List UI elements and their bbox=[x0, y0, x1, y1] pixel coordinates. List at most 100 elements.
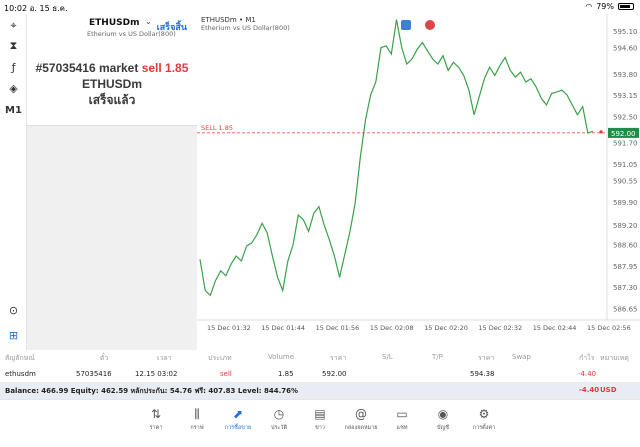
y-tick-label: 595.10 bbox=[613, 28, 638, 36]
y-tick-label: 591.05 bbox=[613, 161, 638, 169]
col-price: ราคา bbox=[330, 354, 347, 362]
col-symbol: สัญลักษณ์ bbox=[5, 354, 35, 362]
nav-quotes[interactable]: ⇅ ราคา bbox=[136, 406, 176, 432]
cell-profit: -4.40 bbox=[578, 370, 597, 378]
col-time: เวลา bbox=[157, 354, 172, 362]
nav-settings[interactable]: ⚙ การตั้งค่า bbox=[464, 406, 504, 432]
status-right: ◠ 79% bbox=[585, 2, 634, 11]
y-tick-label: 587.30 bbox=[613, 284, 638, 292]
y-tick-label: 593.80 bbox=[613, 71, 638, 79]
indicators-icon[interactable]: ƒ bbox=[4, 59, 23, 75]
price-series-line bbox=[199, 19, 594, 297]
gear-icon: ⚙ bbox=[478, 407, 490, 421]
trade-level-icon[interactable] bbox=[425, 20, 435, 30]
col-current-price: ราคา bbox=[478, 354, 495, 362]
nav-settings-label: การตั้งค่า bbox=[472, 425, 496, 431]
order-result-symbol: ETHUSDm bbox=[81, 77, 142, 91]
nav-chart-label: กราฟ bbox=[190, 425, 204, 431]
chat-icon: ▭ bbox=[396, 407, 408, 421]
nav-mailbox[interactable]: @ กล่องจดหมาย bbox=[341, 406, 381, 432]
order-panel-header: ETHUSDm ⌄ Etherium vs US Dollar(800) เสร… bbox=[27, 14, 197, 126]
x-tick-label: 15 Dec 01:32 bbox=[207, 324, 251, 332]
nav-mailbox-label: กล่องจดหมาย bbox=[344, 425, 378, 431]
y-tick-label: 591.70 bbox=[613, 140, 638, 148]
one-click-icon[interactable] bbox=[401, 20, 411, 30]
col-tp: T/P bbox=[432, 353, 443, 361]
candles-icon[interactable]: ⧗ bbox=[4, 38, 23, 54]
cell-current-price: 594.38 bbox=[470, 370, 495, 378]
sell-marker bbox=[599, 130, 603, 134]
chart-canvas: 595.10 594.60 593.80 593.15 592.50 591.70 591.… bbox=[197, 14, 640, 332]
cell-symbol: ethusdm bbox=[5, 370, 36, 378]
nav-trade[interactable]: ⬈ การซื้อขาย bbox=[218, 406, 258, 432]
y-tick-label: 587.95 bbox=[613, 263, 638, 271]
time-text: 10:02 bbox=[4, 4, 28, 13]
x-tick-label: 15 Dec 01:44 bbox=[261, 324, 305, 332]
x-tick-label: 15 Dec 02:08 bbox=[370, 324, 414, 332]
balance-summary: Balance: 466.99 Equity: 462.59 หลักประกั… bbox=[5, 387, 299, 395]
cell-volume: 1.85 bbox=[278, 370, 294, 378]
nav-history[interactable]: ◷ ประวัติ bbox=[259, 406, 299, 432]
y-tick-label: 589.20 bbox=[613, 222, 638, 230]
order-result-status: เสร็จแล้ว bbox=[88, 93, 136, 107]
cell-ticket: 57035416 bbox=[76, 370, 112, 378]
date-text: อ. 15 ธ.ค. bbox=[29, 4, 68, 13]
nav-chart[interactable]: ⫼ กราฟ bbox=[177, 406, 217, 432]
col-sl: S/L bbox=[382, 353, 393, 361]
timeframe-button[interactable]: M1 bbox=[4, 102, 23, 118]
y-tick-label: 592.50 bbox=[613, 113, 638, 121]
chevron-down-icon[interactable]: ⌄ bbox=[145, 17, 152, 26]
sell-level-label: SELL 1.85 bbox=[201, 124, 233, 132]
y-tick-label: 593.15 bbox=[613, 92, 638, 100]
nav-chat-label: แชท bbox=[396, 425, 408, 431]
objects-icon[interactable]: ◈ bbox=[4, 80, 23, 96]
y-tick-label: 586.65 bbox=[613, 306, 638, 314]
total-profit: -4.40 bbox=[579, 386, 600, 394]
nav-accounts[interactable]: ◉ บัญชี bbox=[423, 406, 463, 432]
quotes-icon: ⇅ bbox=[150, 407, 162, 421]
wifi-icon: ◠ bbox=[585, 2, 593, 11]
chart-icon: ⫼ bbox=[194, 407, 200, 421]
nav-news-label: ข่าว bbox=[315, 425, 325, 431]
nav-history-label: ประวัติ bbox=[270, 425, 288, 431]
balance-bar: Balance: 466.99 Equity: 462.59 หลักประกั… bbox=[0, 382, 640, 399]
done-button[interactable]: เสร็จสิ้น bbox=[157, 20, 187, 34]
col-profit: กำไร bbox=[579, 354, 595, 362]
order-result-sell: sell 1.85 bbox=[141, 61, 189, 75]
nav-news[interactable]: ▤ ข่าว bbox=[300, 406, 340, 432]
news-icon: ▤ bbox=[314, 407, 326, 421]
cell-time: 12.15 03:02 bbox=[135, 370, 178, 378]
trade-icon: ⬈ bbox=[232, 407, 244, 421]
cell-price: 592.00 bbox=[322, 370, 347, 378]
chart-settings-icon[interactable]: ⊙ bbox=[4, 302, 23, 318]
current-price-label: 592.00 bbox=[611, 130, 636, 138]
x-tick-label: 15 Dec 02:44 bbox=[533, 324, 577, 332]
cell-type: sell bbox=[220, 370, 232, 378]
nav-chat[interactable]: ▭ แชท bbox=[382, 406, 422, 432]
battery-percent: 79% bbox=[596, 2, 614, 11]
col-ticket: ตั๋ว bbox=[100, 354, 109, 362]
y-tick-label: 594.60 bbox=[613, 45, 638, 53]
nav-accounts-label: บัญชี bbox=[437, 425, 449, 431]
order-result: #57035416 market sell 1.85 ETHUSDm เสร็จ… bbox=[27, 60, 197, 108]
x-tick-label: 15 Dec 01:56 bbox=[316, 324, 360, 332]
left-toolbar: ⌖ ⧗ ƒ ◈ M1 ⊙ ⊞ bbox=[0, 14, 27, 350]
col-comment: หมายเหตุ bbox=[600, 354, 629, 362]
price-chart[interactable]: 595.10 594.60 593.80 593.15 592.50 591.70 591.… bbox=[197, 14, 640, 350]
bottom-nav: ⇅ ราคา ⫼ กราฟ ⬈ การซื้อขาย ◷ ประวัติ ▤ ข… bbox=[0, 399, 640, 447]
crosshair-icon[interactable]: ⌖ bbox=[4, 18, 23, 34]
chart-description: Etherium vs US Dollar(800) bbox=[201, 24, 290, 32]
y-tick-label: 588.60 bbox=[613, 242, 638, 250]
battery-icon bbox=[618, 3, 634, 10]
account-currency: USD bbox=[600, 386, 617, 394]
add-icon[interactable]: ⊞ bbox=[4, 327, 23, 343]
chart-symbol: ETHUSDm • M1 bbox=[201, 16, 256, 24]
col-swap: Swap bbox=[512, 353, 531, 361]
nav-trade-label: การซื้อขาย bbox=[224, 425, 252, 431]
history-icon: ◷ bbox=[273, 407, 285, 421]
mailbox-icon: @ bbox=[355, 407, 367, 421]
order-symbol[interactable]: ETHUSDm bbox=[89, 18, 139, 28]
x-tick-label: 15 Dec 02:32 bbox=[478, 324, 522, 332]
nav-quotes-label: ราคา bbox=[149, 425, 163, 431]
col-volume: Volume bbox=[268, 353, 295, 361]
